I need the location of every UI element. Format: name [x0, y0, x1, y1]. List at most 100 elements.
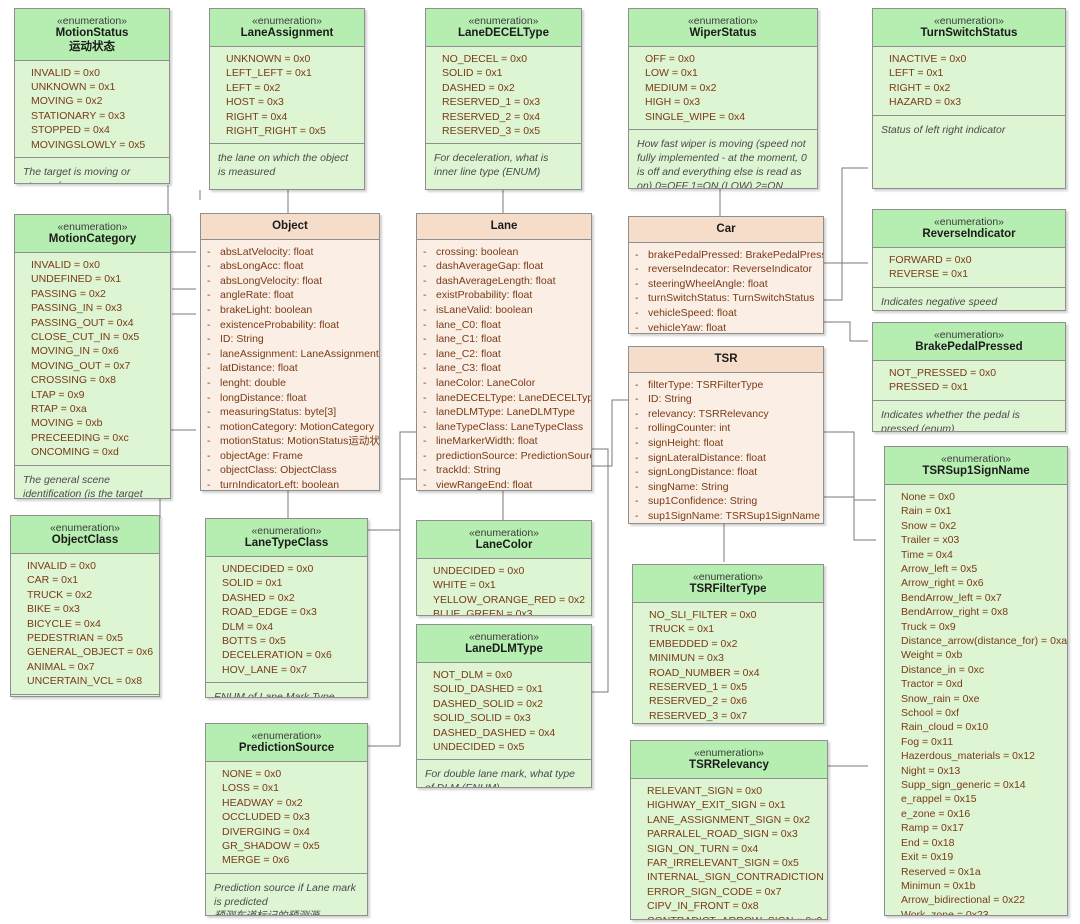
attribute-row: - vehicleSpeed: float: [635, 306, 819, 321]
visibility-marker: -: [207, 347, 211, 360]
enum-literal: CIPV_IN_FRONT = 0x8: [647, 900, 759, 913]
class-name: LaneDLMType: [465, 643, 543, 656]
box-header: «enumeration» BrakePedalPressed: [873, 323, 1065, 361]
attribute-row: - vehicleYaw: float: [635, 321, 819, 333]
enum-literal: Rain = 0x1: [901, 505, 952, 518]
literal-list: NOT_DLM = 0x0 SOLID_DASHED = 0x1 DASHED_…: [417, 662, 591, 760]
visibility-marker: -: [423, 274, 427, 287]
enum-box-objectclass[interactable]: «enumeration» ObjectClass INVALID = 0x0 …: [10, 515, 160, 697]
enum-box-turnswitchstatus[interactable]: «enumeration» TurnSwitchStatus INACTIVE …: [872, 8, 1066, 189]
visibility-marker: -: [207, 260, 211, 273]
note-text: Prediction source if Lane mark is predic…: [214, 881, 356, 908]
enum-literal: NOT_PRESSED = 0x0: [889, 366, 997, 379]
attribute-row: - steeringWheelAngle: float: [635, 277, 819, 292]
class-name-cn: 运动状态: [69, 40, 115, 53]
class-box-car[interactable]: Car - brakePedalPressed: BrakePedalPresse…: [628, 216, 824, 334]
attribute-row: - dashAverageGap: float: [423, 259, 587, 274]
enum-literal: MEDIUM = 0x2: [645, 81, 717, 94]
enum-box-lanedlmtype[interactable]: «enumeration» LaneDLMType NOT_DLM = 0x0 …: [416, 624, 592, 788]
attribute-row: - signHeight: float: [635, 436, 819, 451]
enum-literal: UNCERTAIN_VCL = 0x8: [27, 675, 143, 688]
attribute-row: - sup1Confidence: String: [635, 494, 819, 509]
attribute-text: lane_C0: float: [436, 318, 501, 331]
box-header: «enumeration» WiperStatus: [629, 9, 817, 47]
class-name: LaneColor: [475, 539, 533, 552]
attribute-text: relevancy: TSRRelevancy: [648, 407, 769, 420]
enum-literal: School = 0xf: [901, 707, 960, 720]
visibility-marker: -: [207, 274, 211, 287]
attribute-text: longDistance: float: [220, 391, 307, 404]
enum-box-lanetypeclass[interactable]: «enumeration» LaneTypeClass UNDECIDED = …: [205, 518, 368, 698]
attribute-text: rollingCounter: int: [648, 422, 731, 435]
class-box-tsr[interactable]: TSR - filterType: TSRFilterType - ID: Stri…: [628, 346, 824, 524]
visibility-marker: -: [635, 480, 639, 493]
class-name: TurnSwitchStatus: [920, 27, 1018, 40]
enum-literal: HOST = 0x3: [226, 96, 284, 109]
note-text-cn: 预测车道标记的预测源: [214, 909, 319, 916]
note-text: The general scene identification (is the…: [23, 473, 143, 499]
box-header: «enumeration» MotionStatus 运动状态: [15, 9, 169, 61]
attribute-text: sup2Confidence: float: [648, 524, 750, 525]
enum-box-lanedeceltype[interactable]: «enumeration» LaneDECELType NO_DECEL = 0…: [425, 8, 582, 190]
enum-literal: Work_zone = 0x23: [901, 908, 989, 916]
stereotype-label: «enumeration»: [251, 525, 322, 537]
visibility-marker: -: [635, 407, 639, 420]
enum-box-tsrfiltertype[interactable]: «enumeration» TSRFilterType NO_SLI_FILTE…: [632, 564, 824, 724]
enum-literal: Arrow_left = 0x5: [901, 562, 978, 575]
attribute-row: - isLaneValid: boolean: [423, 303, 587, 318]
enum-box-motioncategory[interactable]: «enumeration» MotionCategory INVALID = 0…: [14, 214, 171, 499]
enum-literal: LOW = 0x1: [645, 67, 698, 80]
enum-literal: UNDECIDED = 0x5: [433, 740, 525, 753]
enum-literal: CONTRADICT_ARROW_SIGN = 0x9: [647, 914, 823, 919]
literal-list: NO_DECEL = 0x0 SOLID = 0x1 DASHED = 0x2 …: [426, 46, 581, 144]
enum-literal: BendArrow_right = 0x8: [901, 606, 1009, 619]
enum-literal: Supp_sign_generic = 0x14: [901, 779, 1026, 792]
attribute-row: - absLatVelocity: float: [207, 245, 375, 260]
enum-box-brakepedalpressed[interactable]: «enumeration» BrakePedalPressed NOT_PRES…: [872, 322, 1066, 432]
class-name: MotionCategory: [48, 233, 137, 246]
enum-literal: Hazerdous_materials = 0x12: [901, 750, 1035, 763]
enum-literal: NOT_DLM = 0x0: [433, 668, 513, 681]
attribute-text: motionStatus: MotionStatus运动状态: [220, 435, 380, 448]
enum-literal: LTAP = 0x9: [31, 388, 85, 401]
enum-box-wiperstatus[interactable]: «enumeration» WiperStatus OFF = 0x0 LOW …: [628, 8, 818, 189]
enum-literal: CAR = 0x1: [27, 574, 79, 587]
enum-literal: YELLOW_ORANGE_RED = 0x2: [433, 593, 586, 606]
enum-literal: Arrow_bidirectional = 0x22: [901, 894, 1026, 907]
enum-box-lanecolor[interactable]: «enumeration» LaneColor UNDECIDED = 0x0 …: [416, 520, 592, 616]
attribute-row: - signLongDistance: float: [635, 465, 819, 480]
attribute-row: - viewRangeEnd: float: [423, 478, 587, 491]
box-header: «enumeration» LaneAssignment: [210, 9, 364, 47]
enum-literal: ANIMAL = 0x7: [27, 660, 95, 673]
enum-box-tsrsup1signname[interactable]: «enumeration» TSRSup1SignName None = 0x0…: [884, 446, 1068, 916]
visibility-marker: -: [207, 245, 211, 258]
enum-box-motionstatus[interactable]: «enumeration» MotionStatus 运动状态 INVALID …: [14, 8, 170, 184]
enum-box-laneassignment[interactable]: «enumeration» LaneAssignment UNKNOWN = 0…: [209, 8, 365, 190]
enum-literal: LEFT = 0x2: [226, 81, 281, 94]
enum-box-predictionsource[interactable]: «enumeration» PredictionSource NONE = 0x…: [205, 723, 368, 916]
class-box-object[interactable]: Object - absLatVelocity: float - absLongAc…: [200, 213, 380, 491]
attribute-row: - turnIndicatorLeft: boolean: [207, 478, 375, 490]
enum-literal: MERGE = 0x6: [222, 854, 290, 867]
enum-literal: WHITE = 0x1: [433, 579, 496, 592]
box-note: Kind of object: [11, 693, 159, 696]
attribute-row: - lenght: double: [207, 376, 375, 391]
enum-literal: DASHED_SOLID = 0x2: [433, 697, 544, 710]
box-header: «enumeration» LaneColor: [417, 521, 591, 559]
enum-literal: GENERAL_OBJECT = 0x6: [27, 646, 154, 659]
literal-list: UNKNOWN = 0x0 LEFT_LEFT = 0x1 LEFT = 0x2…: [210, 46, 364, 144]
attribute-text: viewRangeEnd: float: [436, 479, 533, 491]
enum-literal: NONE = 0x0: [222, 767, 282, 780]
box-header: «enumeration» LaneDLMType: [417, 625, 591, 663]
visibility-marker: -: [635, 378, 639, 391]
enum-literal: REVERSE = 0x1: [889, 268, 969, 281]
attribute-row: - laneColor: LaneColor: [423, 376, 587, 391]
attribute-text: latDistance: float: [220, 362, 298, 375]
literal-list: RELEVANT_SIGN = 0x0 HIGHWAY_EXIT_SIGN = …: [631, 778, 827, 919]
enum-box-tsrrelevancy[interactable]: «enumeration» TSRRelevancy RELEVANT_SIGN…: [630, 740, 828, 920]
attribute-text: laneColor: LaneColor: [436, 376, 536, 389]
attribute-text: lenght: double: [220, 376, 286, 389]
class-box-lane[interactable]: Lane - crossing: boolean - dashAverageGap:…: [416, 213, 592, 491]
enum-box-reverseindicator[interactable]: «enumeration» ReverseIndicator FORWARD =…: [872, 209, 1066, 311]
literal-list: UNDECIDED = 0x0 WHITE = 0x1 YELLOW_ORANG…: [417, 558, 591, 615]
